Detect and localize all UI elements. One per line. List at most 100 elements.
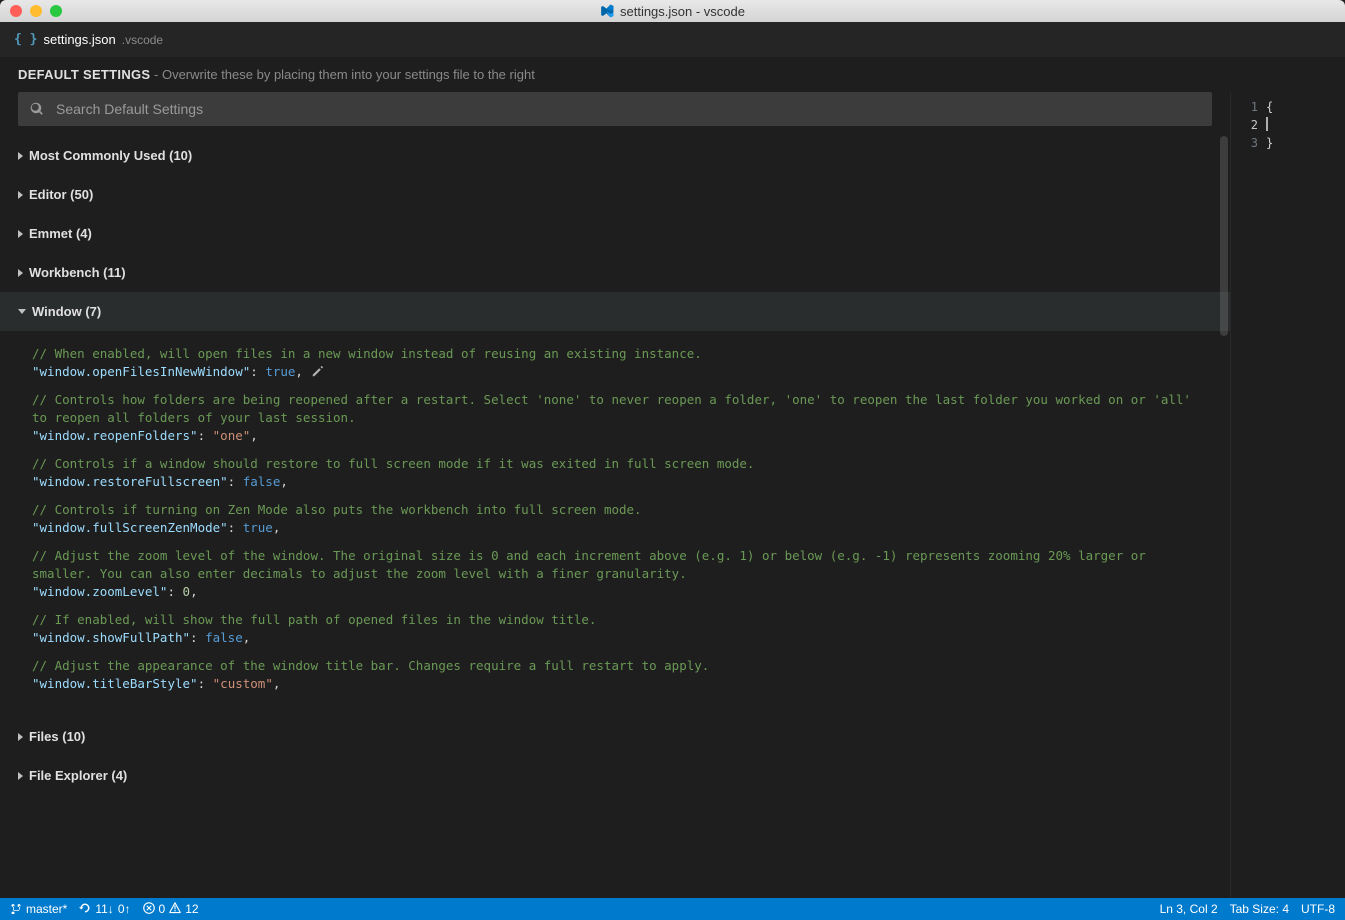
- setting-comment: // Controls if turning on Zen Mode also …: [32, 501, 1212, 519]
- statusbar: master* 11↓ 0↑ 0 12 L: [0, 898, 1345, 920]
- tab-file-name: settings.json: [43, 32, 115, 47]
- warning-icon: [169, 902, 181, 917]
- setting-block: // Controls if a window should restore t…: [32, 455, 1212, 491]
- json-file-icon: { }: [14, 32, 37, 47]
- section-label: Editor (50): [29, 187, 93, 202]
- encoding-label: UTF-8: [1301, 902, 1335, 916]
- section-label: Emmet (4): [29, 226, 92, 241]
- window-title: settings.json - vscode: [0, 0, 1345, 22]
- setting-line: "window.showFullPath": false,: [32, 629, 1212, 647]
- subtitle-strong: DEFAULT SETTINGS: [18, 67, 150, 82]
- text-cursor: [1266, 117, 1268, 131]
- trailing-comma: ,: [190, 584, 198, 599]
- sections-list[interactable]: Most Commonly Used (10) Editor (50) Emmet …: [0, 136, 1230, 898]
- vscode-file-icon: [600, 4, 614, 18]
- sync-out-label: 0↑: [118, 902, 131, 916]
- code-line[interactable]: {: [1266, 98, 1345, 116]
- cursor-position-item[interactable]: Ln 3, Col 2: [1160, 902, 1218, 916]
- sync-icon: [79, 902, 91, 917]
- section-body-window: // When enabled, will open files in a ne…: [0, 331, 1230, 717]
- tab-size-item[interactable]: Tab Size: 4: [1230, 902, 1289, 916]
- twisty-icon: [18, 152, 23, 160]
- error-icon: [143, 902, 155, 917]
- tab-settings-json[interactable]: { } settings.json .vscode: [14, 32, 163, 47]
- colon: :: [198, 428, 213, 443]
- setting-key: "window.zoomLevel": [32, 584, 167, 599]
- settings-subtitle: DEFAULT SETTINGS - Overwrite these by pl…: [0, 57, 1345, 92]
- setting-value: false: [205, 630, 243, 645]
- git-branch-item[interactable]: master*: [10, 902, 67, 917]
- setting-line: "window.fullScreenZenMode": true,: [32, 519, 1212, 537]
- git-sync-item[interactable]: 11↓ 0↑: [79, 902, 130, 917]
- git-branch-icon: [10, 902, 22, 917]
- mac-titlebar: settings.json - vscode: [0, 0, 1345, 22]
- errors-count: 0: [159, 902, 166, 916]
- section-header-files[interactable]: Files (10): [0, 717, 1230, 756]
- trailing-comma: ,: [250, 428, 258, 443]
- setting-line: "window.zoomLevel": 0,: [32, 583, 1212, 601]
- search-box[interactable]: [18, 92, 1212, 126]
- setting-value: true: [265, 364, 295, 379]
- colon: :: [228, 520, 243, 535]
- line-number-gutter: 123: [1231, 92, 1266, 898]
- twisty-icon: [18, 309, 26, 314]
- setting-block: // Adjust the zoom level of the window. …: [32, 547, 1212, 601]
- twisty-icon: [18, 230, 23, 238]
- setting-value: "custom": [213, 676, 273, 691]
- setting-block: // When enabled, will open files in a ne…: [32, 345, 1212, 381]
- code-line[interactable]: [1266, 116, 1345, 134]
- setting-line: "window.titleBarStyle": "custom",: [32, 675, 1212, 693]
- setting-line: "window.reopenFolders": "one",: [32, 427, 1212, 445]
- section-label: Window (7): [32, 304, 101, 319]
- setting-value: false: [243, 474, 281, 489]
- maximize-window-button[interactable]: [50, 5, 62, 17]
- cursor-position-label: Ln 3, Col 2: [1160, 902, 1218, 916]
- trailing-comma: ,: [273, 676, 281, 691]
- problems-item[interactable]: 0 12: [143, 902, 199, 917]
- warnings-count: 12: [185, 902, 198, 916]
- section-header-emmet[interactable]: Emmet (4): [0, 214, 1230, 253]
- setting-block: // If enabled, will show the full path o…: [32, 611, 1212, 647]
- search-wrap: [0, 92, 1230, 136]
- sync-in-label: 11↓: [95, 902, 113, 916]
- twisty-icon: [18, 733, 23, 741]
- section-header-workbench[interactable]: Workbench (11): [0, 253, 1230, 292]
- setting-block: // Adjust the appearance of the window t…: [32, 657, 1212, 693]
- user-settings-editor[interactable]: 123 {}: [1230, 92, 1345, 898]
- trailing-comma: ,: [295, 364, 303, 379]
- setting-key: "window.showFullPath": [32, 630, 190, 645]
- setting-value: true: [243, 520, 273, 535]
- search-input[interactable]: [54, 100, 1200, 118]
- colon: :: [167, 584, 182, 599]
- edit-pencil-icon[interactable]: [311, 364, 325, 379]
- tab-size-label: Tab Size: 4: [1230, 902, 1289, 916]
- default-settings-pane: Most Commonly Used (10) Editor (50) Emmet …: [0, 92, 1230, 898]
- twisty-icon: [18, 269, 23, 277]
- close-window-button[interactable]: [10, 5, 22, 17]
- colon: :: [190, 630, 205, 645]
- minimize-window-button[interactable]: [30, 5, 42, 17]
- section-label: Workbench (11): [29, 265, 126, 280]
- trailing-comma: ,: [280, 474, 288, 489]
- app-window: settings.json - vscode { } settings.json…: [0, 0, 1345, 920]
- section-header-editor[interactable]: Editor (50): [0, 175, 1230, 214]
- trailing-comma: ,: [273, 520, 281, 535]
- colon: :: [250, 364, 265, 379]
- section-label: File Explorer (4): [29, 768, 127, 783]
- setting-block: // Controls how folders are being reopen…: [32, 391, 1212, 445]
- code-line[interactable]: }: [1266, 134, 1345, 152]
- section-header-file-explorer[interactable]: File Explorer (4): [0, 756, 1230, 795]
- setting-comment: // Controls if a window should restore t…: [32, 455, 1212, 473]
- setting-value: 0: [183, 584, 191, 599]
- search-icon: [30, 102, 44, 116]
- editor-code-area[interactable]: {}: [1266, 92, 1345, 898]
- line-number: 2: [1231, 116, 1266, 134]
- section-header-window[interactable]: Window (7): [0, 292, 1230, 331]
- encoding-item[interactable]: UTF-8: [1301, 902, 1335, 916]
- tab-folder-name: .vscode: [122, 33, 163, 47]
- colon: :: [228, 474, 243, 489]
- section-header-most-commonly-used[interactable]: Most Commonly Used (10): [0, 136, 1230, 175]
- line-number: 3: [1231, 134, 1266, 152]
- setting-line: "window.openFilesInNewWindow": true,: [32, 363, 1212, 381]
- tabbar: { } settings.json .vscode: [0, 22, 1345, 57]
